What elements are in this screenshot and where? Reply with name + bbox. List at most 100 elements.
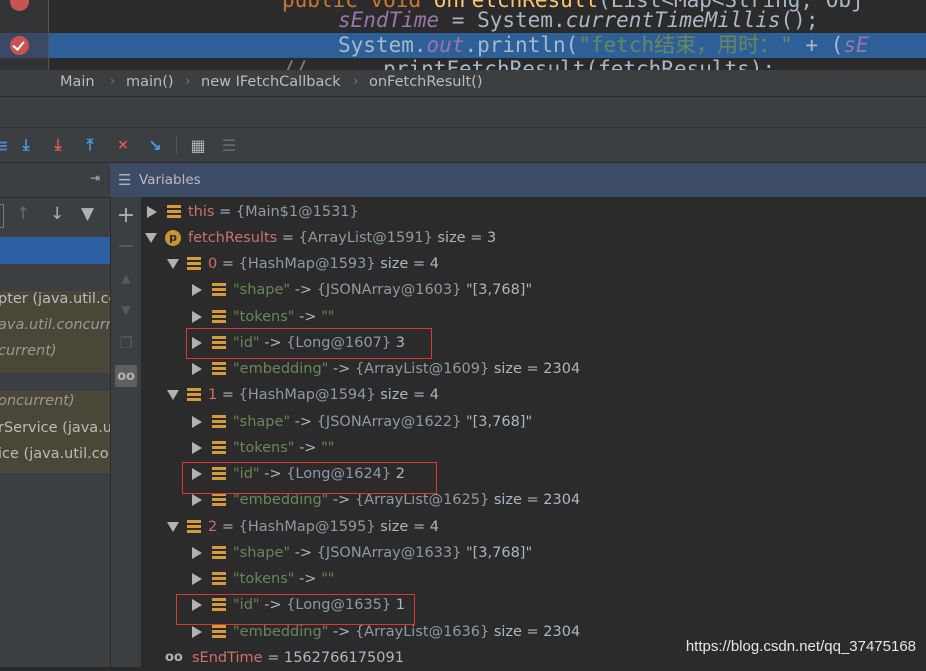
arrow-sign: -> (294, 414, 313, 430)
variable-name: this (188, 204, 215, 220)
chevron-right-icon: › (353, 74, 359, 89)
field-icon (187, 388, 201, 402)
expand-arrow-icon[interactable] (192, 311, 202, 323)
move-up-icon[interactable]: ▲ (115, 267, 137, 289)
tree-row-entry[interactable]: "tokens" -> "" (192, 435, 334, 461)
arrow-down-icon[interactable]: ↓ (50, 204, 64, 224)
evaluate-expression-icon[interactable]: ▦ (188, 135, 208, 155)
selected-frame[interactable] (0, 237, 110, 264)
frame-item[interactable]: pter (java.util.co (0, 291, 110, 316)
frames-navigation: ↑ ↓ ▼ (0, 198, 110, 232)
collapse-arrow-icon[interactable] (145, 233, 157, 243)
tree-row-entry[interactable]: "shape" -> {JSONArray@1603} "[3,768]" (192, 277, 532, 303)
tree-row-item[interactable]: 1 = {HashMap@1594} size = 4 (167, 382, 439, 408)
tree-row-item[interactable]: 2 = {HashMap@1595} size = 4 (167, 514, 439, 540)
force-step-into-icon[interactable]: ⤓ (48, 135, 68, 155)
frames-header: ⇥ (0, 163, 110, 198)
tree-row-entry[interactable]: "tokens" -> "" (192, 566, 334, 592)
variable-ref: {ArrayList@1636} (354, 624, 490, 640)
expand-arrow-icon[interactable] (192, 416, 202, 428)
step-out-icon[interactable]: ⤒ (80, 135, 100, 155)
collapse-arrow-icon[interactable] (167, 390, 179, 400)
variables-header: ☰ Variables (110, 163, 926, 198)
tree-row-entry[interactable]: "shape" -> {JSONArray@1622} "[3,768]" (192, 409, 532, 435)
breakpoint-hit-icon[interactable] (10, 36, 29, 55)
collapse-arrow-icon[interactable] (167, 259, 179, 269)
variable-value: "[3,768]" (465, 414, 533, 430)
tree-row-item[interactable]: 0 = {HashMap@1593} size = 4 (167, 251, 439, 277)
collapse-arrow-icon[interactable] (167, 522, 179, 532)
variable-size: size = 4 (380, 387, 439, 403)
equals-sign: = (221, 387, 234, 403)
thread-selector[interactable] (0, 204, 4, 228)
tree-row-watch[interactable]: oo sEndTime = 1562766175091 (165, 645, 404, 671)
code-comment: // (282, 57, 308, 70)
expand-arrow-icon[interactable] (192, 363, 202, 375)
expand-arrow-icon[interactable] (192, 547, 202, 559)
variable-value: "" (321, 309, 335, 325)
variable-value: size = 2304 (493, 361, 581, 377)
equals-sign: = (221, 256, 234, 272)
run-to-cursor-icon[interactable]: ↘ (145, 135, 165, 155)
highlight-box (182, 462, 437, 494)
breadcrumb-item[interactable]: onFetchResult() (369, 74, 483, 90)
map-key: "shape" (233, 545, 291, 561)
code-text: + ( (792, 33, 844, 57)
trace-icon[interactable]: ☰ (219, 135, 239, 155)
move-down-icon[interactable]: ▼ (115, 299, 137, 321)
breadcrumb-item[interactable]: new IFetchCallback (201, 74, 341, 90)
tree-row-entry[interactable]: "tokens" -> "" (192, 304, 334, 330)
copy-icon[interactable]: ❐ (115, 332, 137, 354)
breadcrumb-item[interactable]: main() (126, 74, 174, 90)
step-over-icon[interactable]: ⤓ (16, 135, 36, 155)
variable-size: size = 3 (437, 230, 497, 246)
frames-panel: ⇥ ↑ ↓ ▼ pter (java.util.co ava.util.conc… (0, 163, 110, 667)
frame-item[interactable]: ice (java.util.co (0, 446, 110, 471)
variable-name: 2 (208, 519, 218, 535)
frame-item[interactable]: rService (java.u (0, 420, 110, 445)
arrow-up-icon[interactable]: ↑ (16, 204, 30, 224)
variable-value: size = 2304 (493, 624, 581, 640)
pin-icon[interactable]: ⇥ (90, 171, 100, 185)
field-icon (167, 205, 181, 219)
frame-item[interactable]: oncurrent) (0, 393, 110, 418)
map-key: "tokens" (233, 309, 295, 325)
filter-icon[interactable]: ▼ (81, 204, 94, 224)
expand-arrow-icon[interactable] (147, 206, 157, 218)
breadcrumb-item[interactable]: Main (60, 74, 95, 90)
map-key: "embedding" (233, 624, 329, 640)
tree-row-entry[interactable]: "embedding" -> {ArrayList@1609} size = 2… (192, 356, 580, 382)
expand-arrow-icon[interactable] (192, 573, 202, 585)
tree-row-fetchResults[interactable]: p fetchResults = {ArrayList@1591} size = … (145, 225, 496, 251)
expand-arrow-icon[interactable] (192, 494, 202, 506)
remove-watch-icon[interactable]: − (115, 234, 137, 259)
variable-ref: {HashMap@1594} (238, 387, 376, 403)
field-icon (212, 362, 226, 376)
code-call: currentTimeMillis (565, 8, 781, 32)
field-icon (212, 415, 226, 429)
watch-icon: oo (165, 650, 183, 665)
field-icon (212, 310, 226, 324)
field-icon (187, 257, 201, 271)
chevron-right-icon: › (185, 74, 191, 89)
tree-row-entry[interactable]: "shape" -> {JSONArray@1633} "[3,768]" (192, 540, 532, 566)
variable-size: size = 4 (380, 256, 439, 272)
arrow-sign: -> (294, 282, 313, 298)
variable-name: 1 (208, 387, 218, 403)
frame-item[interactable]: current) (0, 343, 110, 368)
show-watches-icon[interactable]: oo (115, 365, 137, 387)
expand-arrow-icon[interactable] (192, 284, 202, 296)
code-text: printFetchResult(fetchResults); (383, 57, 776, 70)
arrow-sign: -> (299, 309, 317, 325)
frame-item[interactable]: ava.util.concurre (0, 317, 110, 342)
variable-name: 0 (208, 256, 218, 272)
new-watch-icon[interactable]: + (115, 203, 137, 228)
chevron-right-icon: › (110, 74, 116, 89)
expand-arrow-icon[interactable] (192, 442, 202, 454)
show-execution-point-icon[interactable]: ≡ (0, 135, 12, 155)
expand-arrow-icon[interactable] (192, 626, 202, 638)
tree-row-this[interactable]: this = {Main$1@1531} (147, 199, 359, 225)
drop-frame-icon[interactable]: ⨯ (113, 135, 133, 155)
arrow-sign: -> (332, 361, 351, 377)
code-editor[interactable]: public void onFetchResult(List<Map<Strin… (0, 0, 926, 70)
